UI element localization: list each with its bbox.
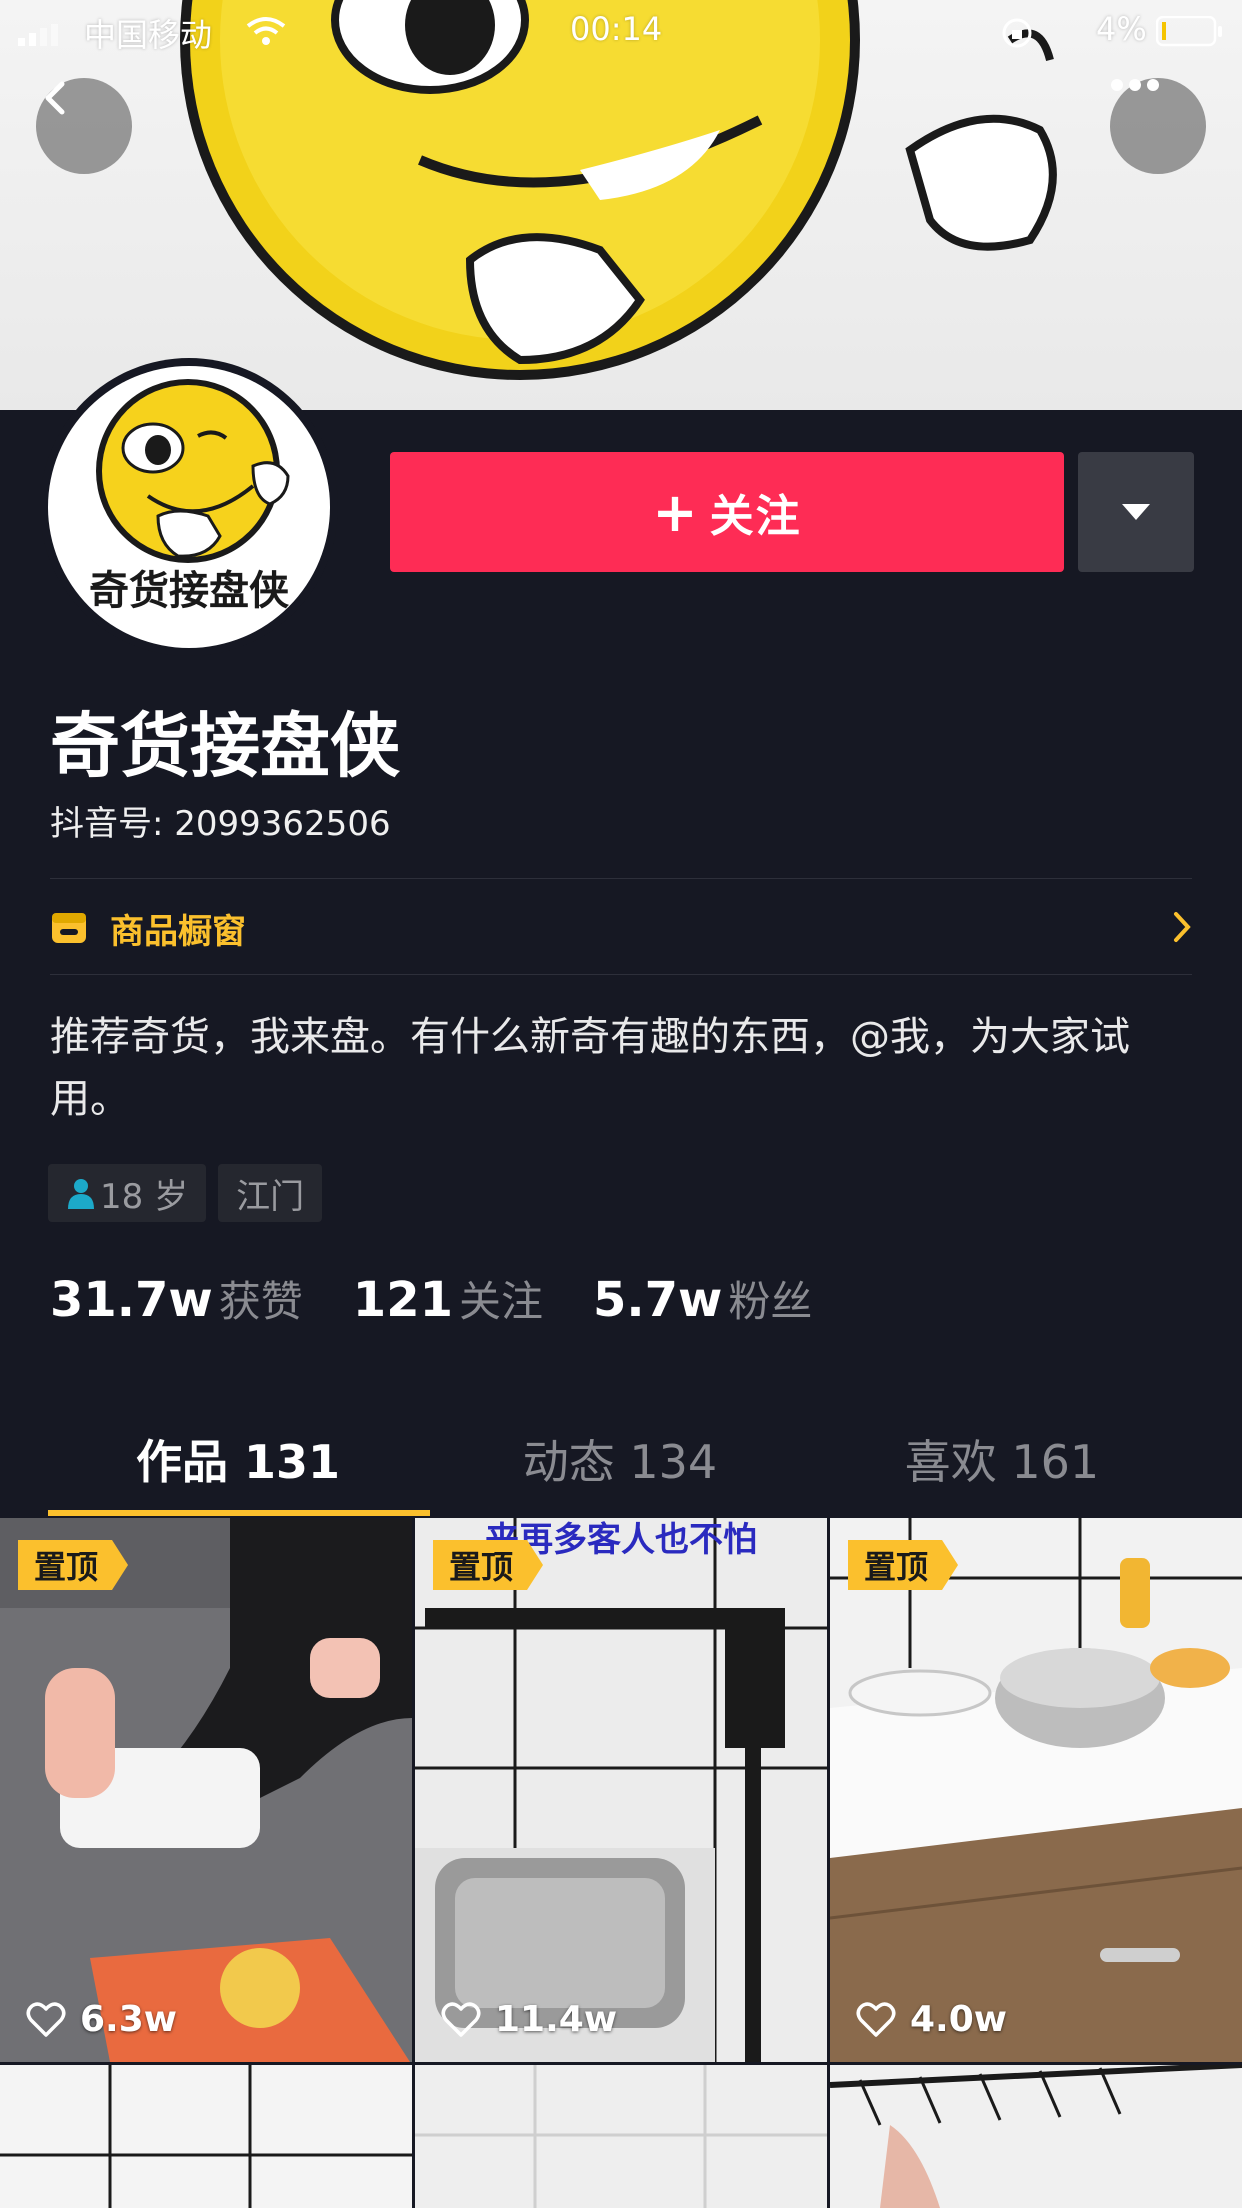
banner-emoji-image: [180, 0, 1057, 380]
divider: [50, 974, 1192, 975]
avatar-image: 奇货接盘侠: [48, 366, 330, 648]
following-label: 关注: [459, 1277, 544, 1326]
profile-name: 奇货接盘侠: [50, 705, 400, 787]
likes-stat: 31.7w 获赞: [50, 1268, 303, 1329]
followers-stat[interactable]: 5.7w 粉丝: [593, 1268, 812, 1329]
clock: 00:14: [570, 10, 663, 48]
video-likes-count: 11.4w: [495, 1999, 618, 2040]
followers-count: 5.7w: [593, 1272, 723, 1328]
profile-banner[interactable]: 中国移动 00:14 4%: [0, 0, 1242, 410]
divider: [50, 878, 1192, 879]
video-thumbnail[interactable]: 来再多客人也不怕 置顶 11.4w: [415, 1518, 827, 2062]
video-4-image: [0, 2065, 412, 2208]
location-tag-label: 江门: [236, 1176, 305, 1217]
video-5-image: [415, 2065, 827, 2208]
video-thumbnail[interactable]: [0, 2065, 412, 2208]
location-tag: 江门: [218, 1164, 323, 1222]
following-stat[interactable]: 121 关注: [353, 1268, 543, 1329]
avatar[interactable]: 奇货接盘侠: [40, 358, 338, 656]
pinned-badge: 置顶: [433, 1540, 543, 1590]
battery-icon: [1156, 16, 1222, 47]
content-tabs: 作品 131 动态 134 喜欢 161: [0, 1400, 1242, 1518]
heart-icon: [856, 2001, 896, 2037]
plus-icon: +: [652, 480, 700, 544]
status-bar: 中国移动 00:14 4%: [0, 0, 1242, 60]
back-button[interactable]: [36, 78, 132, 174]
video-1-image: [0, 1518, 412, 2062]
shop-window-row[interactable]: 商品橱窗: [50, 880, 1192, 976]
following-count: 121: [352, 1272, 453, 1328]
video-likes: 4.0w: [856, 1999, 1007, 2040]
video-grid: 置顶 6.3w 来再多客人也不怕 置顶 11.4w 置顶 4.0w: [0, 1518, 1242, 2208]
more-options-button[interactable]: [1110, 78, 1206, 174]
chevron-right-icon: [1174, 912, 1191, 942]
followers-label: 粉丝: [728, 1277, 813, 1326]
video-thumbnail[interactable]: 置顶 4.0w: [830, 1518, 1242, 2062]
follow-label: 关注: [709, 491, 802, 542]
video-likes-count: 6.3w: [80, 1999, 178, 2040]
heart-icon: [26, 2001, 66, 2037]
heart-icon: [441, 2001, 481, 2037]
tab-works[interactable]: 作品 131: [48, 1400, 428, 1518]
person-icon: [68, 1179, 94, 1209]
avatar-logo: 奇货接盘侠: [89, 379, 290, 614]
shop-icon: [52, 913, 86, 943]
video-likes: 11.4w: [441, 1999, 617, 2040]
video-6-image: [830, 2065, 1242, 2208]
tab-likes[interactable]: 喜欢 161: [812, 1400, 1192, 1518]
likes-label: 获赞: [218, 1277, 303, 1326]
age-tag-label: 18 岁: [100, 1176, 189, 1217]
profile-tags: 18 岁 江门: [48, 1164, 323, 1222]
avatar-logo-text: 奇货接盘侠: [89, 568, 290, 614]
video-thumbnail[interactable]: 置顶 6.3w: [0, 1518, 412, 2062]
video-thumbnail[interactable]: [415, 2065, 827, 2208]
douyin-id: 抖音号: 2099362506: [50, 804, 391, 844]
video-likes-count: 4.0w: [910, 1999, 1008, 2040]
video-3-image: [830, 1518, 1242, 2062]
shop-window-label: 商品橱窗: [110, 911, 246, 952]
follow-button[interactable]: + 关注: [390, 452, 1064, 572]
more-dots-icon: [1111, 79, 1159, 91]
wifi-icon: [246, 17, 286, 45]
rotation-lock-icon: [1002, 18, 1032, 48]
profile-stats: 31.7w 获赞 121 关注 5.7w 粉丝: [50, 1268, 862, 1329]
signal-icon: [18, 24, 58, 46]
caret-down-icon: [1122, 504, 1150, 520]
active-tab-indicator: [48, 1510, 430, 1516]
video-2-image: [415, 1518, 827, 2062]
battery-percent: 4%: [1096, 10, 1147, 48]
back-icon: [45, 81, 65, 115]
pinned-badge: 置顶: [848, 1540, 958, 1590]
carrier-label: 中国移动: [84, 16, 213, 54]
age-tag: 18 岁: [48, 1164, 207, 1222]
pinned-badge: 置顶: [18, 1540, 128, 1590]
profile-bio: 推荐奇货，我来盘。有什么新奇有趣的东西，@我，为大家试用。: [50, 1014, 1130, 1122]
tab-posts[interactable]: 动态 134: [430, 1400, 810, 1518]
likes-count: 31.7w: [50, 1272, 213, 1328]
video-thumbnail[interactable]: [830, 2065, 1242, 2208]
video-likes: 6.3w: [26, 1999, 177, 2040]
recommend-dropdown-button[interactable]: [1078, 452, 1194, 572]
